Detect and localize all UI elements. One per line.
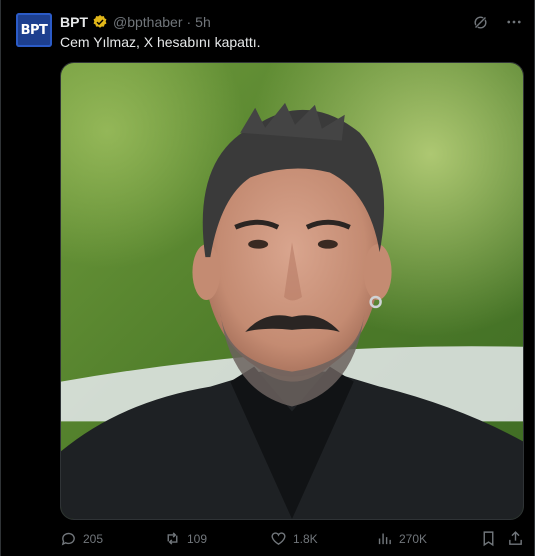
grok-icon[interactable] — [470, 12, 490, 32]
view-count: 270K — [399, 531, 428, 546]
timestamp[interactable]: 5h — [195, 14, 211, 30]
more-icon[interactable] — [504, 12, 524, 32]
reply-icon — [61, 532, 75, 546]
like-icon — [271, 532, 286, 546]
account-handle[interactable]: @bpthaber — [113, 14, 182, 30]
retweet-count: 109 — [187, 531, 208, 546]
tweet-text: Cem Yılmaz, X hesabını kapattı. — [60, 34, 261, 50]
verified-badge-icon — [92, 14, 108, 30]
avatar-logo-text: BPT — [20, 22, 48, 38]
tweet-header: BPT @bpthaber · 5h — [60, 12, 211, 32]
views-icon — [378, 533, 391, 545]
avatar[interactable]: BPT — [16, 13, 52, 47]
top-actions — [470, 12, 524, 32]
like-count: 1.8K — [293, 531, 318, 546]
bookmark-icon — [483, 531, 494, 547]
share-button[interactable] — [507, 530, 524, 547]
account-name[interactable]: BPT — [60, 14, 88, 30]
separator-dot: · — [186, 14, 192, 30]
views-button[interactable]: 270K — [376, 530, 427, 547]
reply-button[interactable]: 205 — [60, 530, 103, 547]
tweet-photo[interactable] — [60, 62, 524, 520]
retweet-button[interactable]: 109 — [164, 530, 207, 547]
reply-count: 205 — [83, 531, 104, 546]
bookmark-button[interactable] — [480, 530, 497, 547]
like-button[interactable]: 1.8K — [270, 530, 318, 547]
tweet[interactable]: BPT BPT @bpthaber · 5h Cem Yılmaz, X hes… — [0, 0, 535, 556]
retweet-icon — [167, 532, 178, 545]
tweet-actions: 205 109 1.8K 270K — [60, 530, 526, 552]
share-icon — [509, 531, 522, 545]
